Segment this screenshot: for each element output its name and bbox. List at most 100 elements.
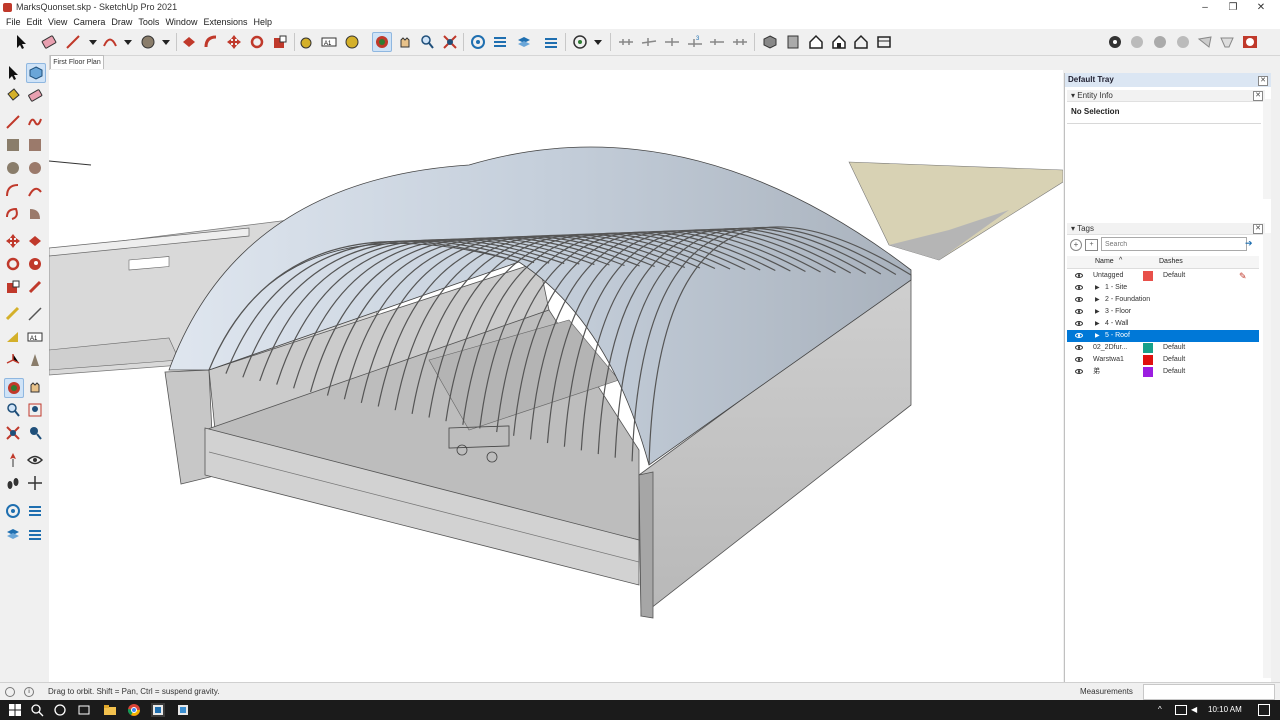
expand-triangle-icon[interactable]: ▶ <box>1095 318 1100 330</box>
two-point-arc-icon[interactable] <box>26 182 44 200</box>
sort-up-icon[interactable]: ^ <box>1119 257 1122 264</box>
component-tool-b-icon[interactable] <box>640 33 658 51</box>
zoom-tool-icon[interactable] <box>4 401 22 419</box>
task-view-icon[interactable] <box>77 703 91 717</box>
arc-tool-icon[interactable] <box>101 33 119 51</box>
add-tag-icon[interactable]: + <box>1070 239 1082 251</box>
expand-triangle-icon[interactable]: ▶ <box>1095 330 1100 342</box>
dropdown-arrow-icon[interactable] <box>157 33 175 51</box>
scale-tool-icon[interactable] <box>4 278 22 296</box>
right-view-icon[interactable] <box>830 33 848 51</box>
freehand-tool-icon[interactable] <box>26 113 44 131</box>
menu-extensions[interactable]: Extensions <box>203 15 247 29</box>
component-tool-c-icon[interactable] <box>663 33 681 51</box>
front-view-icon[interactable] <box>807 33 825 51</box>
pie-tool-icon[interactable] <box>26 205 44 223</box>
network-icon[interactable] <box>1175 705 1187 715</box>
windows-start-icon[interactable] <box>8 703 22 717</box>
expand-triangle-icon[interactable]: ▶ <box>1095 306 1100 318</box>
position-camera-icon[interactable] <box>469 33 487 51</box>
select-tool-icon[interactable] <box>12 33 30 51</box>
taskbar-clock[interactable]: 10:10 AM <box>1208 705 1242 714</box>
visibility-eye-icon[interactable] <box>1075 357 1083 362</box>
tag-row[interactable]: ▶ 1 - Site <box>1067 282 1259 294</box>
make-component-icon[interactable] <box>26 63 46 83</box>
menu-camera[interactable]: Camera <box>73 15 105 29</box>
line-tool-icon[interactable] <box>4 113 22 131</box>
tag-color-swatch[interactable] <box>1143 367 1153 377</box>
minimize-button[interactable]: – <box>1191 0 1219 15</box>
visibility-eye-icon[interactable] <box>1075 285 1083 290</box>
component-tool-f-icon[interactable] <box>731 33 749 51</box>
dimension-tool-icon[interactable]: A1 <box>320 33 338 51</box>
push-pull-tool-icon[interactable] <box>26 232 44 250</box>
scene-tab-first-floor-plan[interactable]: First Floor Plan <box>50 55 104 69</box>
dropdown-arrow-icon[interactable] <box>589 33 607 51</box>
visibility-eye-icon[interactable] <box>1075 333 1083 338</box>
component-tool-d-icon[interactable]: 3 <box>686 33 704 51</box>
zoom-window-icon[interactable] <box>26 401 44 419</box>
tag-row[interactable]: Warstwa1 Default <box>1067 354 1259 366</box>
notifications-icon[interactable] <box>1258 704 1270 716</box>
extension-a-icon[interactable] <box>1106 33 1124 51</box>
visibility-eye-icon[interactable] <box>1075 297 1083 302</box>
tray-close-icon[interactable]: ✕ <box>1258 76 1268 86</box>
dashes-column-header[interactable]: Dashes <box>1159 258 1183 265</box>
follow-me-tool-icon[interactable] <box>202 33 220 51</box>
expand-triangle-icon[interactable]: ▶ <box>1095 294 1100 306</box>
follow-me-tool-icon[interactable] <box>26 255 44 273</box>
menu-edit[interactable]: Edit <box>27 15 43 29</box>
component-tool-e-icon[interactable] <box>708 33 726 51</box>
cortana-icon[interactable] <box>53 703 67 717</box>
arc-tool-icon[interactable] <box>4 182 22 200</box>
menu-help[interactable]: Help <box>253 15 272 29</box>
add-tag-folder-icon[interactable]: + <box>1085 239 1098 251</box>
maximize-button[interactable]: ❐ <box>1219 0 1247 15</box>
section-display-icon[interactable] <box>26 525 44 543</box>
layers-icon[interactable] <box>4 525 22 543</box>
tags-scrollbar[interactable] <box>1263 233 1271 678</box>
extension-e-icon[interactable] <box>1196 33 1214 51</box>
tag-dashes[interactable]: Default <box>1163 354 1185 366</box>
walk-tool-icon[interactable] <box>4 474 22 492</box>
top-view-icon[interactable] <box>784 33 802 51</box>
entity-info-close-icon[interactable]: ✕ <box>1253 91 1263 101</box>
zoom-tool-icon[interactable] <box>418 33 436 51</box>
rotated-rectangle-icon[interactable] <box>26 136 44 154</box>
tag-row[interactable]: ▶ 2 - Foundation <box>1067 294 1259 306</box>
look-around-icon[interactable] <box>26 451 44 469</box>
offset-tool-icon[interactable] <box>26 278 44 296</box>
line-tool-icon[interactable] <box>64 33 82 51</box>
rotate-tool-icon[interactable] <box>4 255 22 273</box>
visibility-eye-icon[interactable] <box>1075 321 1083 326</box>
tray-chevron-icon[interactable]: ^ <box>1158 705 1162 714</box>
entity-info-scrollbar[interactable] <box>1263 99 1271 199</box>
push-pull-tool-icon[interactable] <box>180 33 198 51</box>
tag-color-swatch[interactable] <box>1143 343 1153 353</box>
sketchup-layout-icon[interactable] <box>176 703 190 717</box>
visibility-eye-icon[interactable] <box>1075 345 1083 350</box>
tags-details-arrow-icon[interactable]: ➔ <box>1245 238 1255 248</box>
walk-tool-icon[interactable] <box>491 33 509 51</box>
extension-b-icon[interactable] <box>1128 33 1146 51</box>
shapes-tool-icon[interactable] <box>139 33 157 51</box>
tag-row[interactable]: 02_2Dfur... Default <box>1067 342 1259 354</box>
styles-icon[interactable] <box>571 33 589 51</box>
three-point-arc-icon[interactable] <box>4 205 22 223</box>
name-column-header[interactable]: Name <box>1095 258 1114 265</box>
circle-tool-icon[interactable] <box>4 159 22 177</box>
orbit-tool-icon[interactable] <box>372 32 392 52</box>
chrome-icon[interactable] <box>127 703 141 717</box>
rectangle-tool-icon[interactable] <box>4 136 22 154</box>
move-tool-icon[interactable] <box>4 232 22 250</box>
protractor-tool-icon[interactable] <box>343 33 361 51</box>
pan-tool-icon[interactable] <box>396 33 414 51</box>
extension-d-icon[interactable] <box>1174 33 1192 51</box>
component-tool-a-icon[interactable] <box>617 33 635 51</box>
menu-draw[interactable]: Draw <box>111 15 132 29</box>
tag-row[interactable]: 弟 Default <box>1067 366 1259 378</box>
tape-measure-tool-icon[interactable] <box>4 305 22 323</box>
tag-dashes[interactable]: Default <box>1163 270 1185 282</box>
left-view-icon[interactable] <box>875 33 893 51</box>
file-explorer-icon[interactable] <box>103 703 117 717</box>
